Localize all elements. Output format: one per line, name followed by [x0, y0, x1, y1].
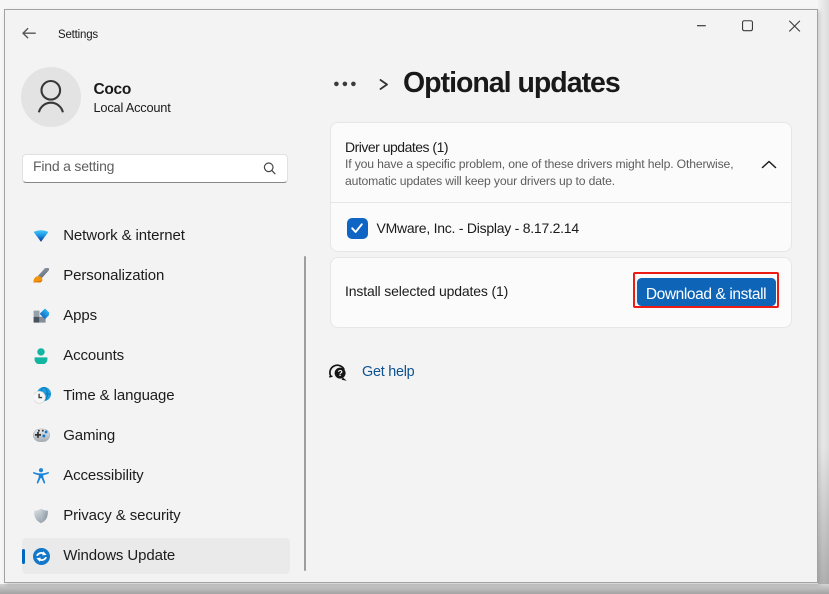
svg-text:?: ? — [337, 368, 342, 378]
